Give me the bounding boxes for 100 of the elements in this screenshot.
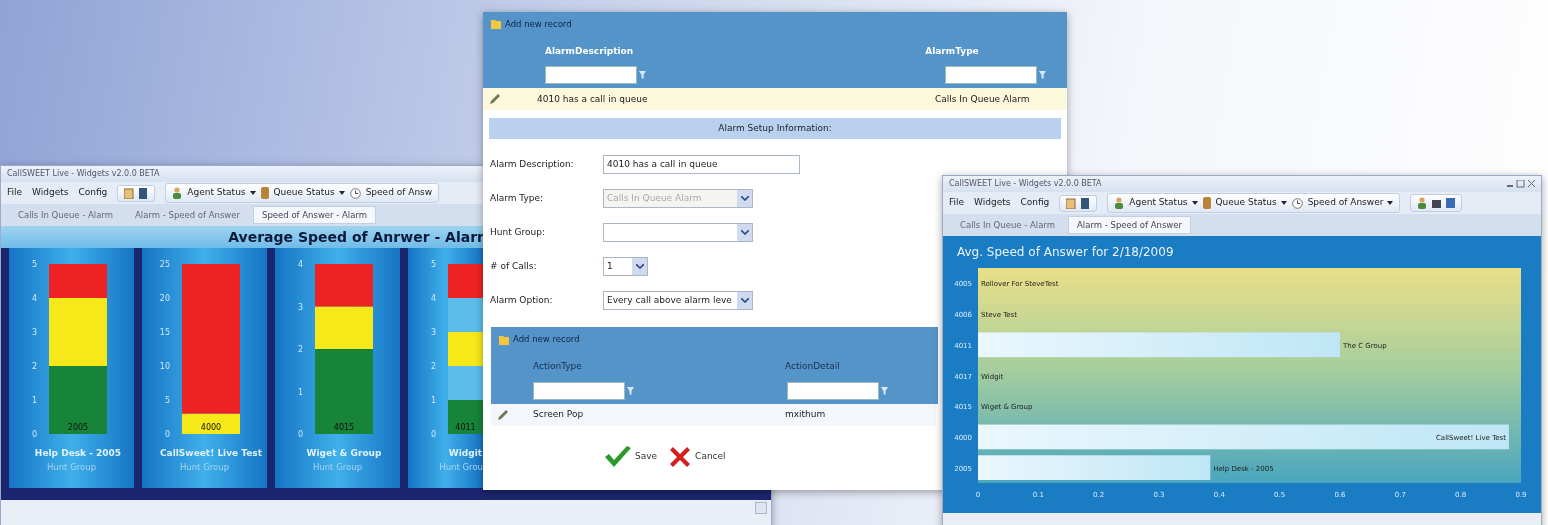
select-field[interactable] [603,222,753,242]
input-field[interactable]: 4010 has a call in queue [603,154,800,174]
cylinder-icon[interactable] [260,187,269,199]
filter-field[interactable] [787,381,879,400]
axis-tick-label: 5 [31,260,37,269]
toolbar-button[interactable]: Agent Status [187,186,256,200]
tab[interactable]: Speed of Answer - Alarm [253,205,377,225]
column-header: AlarmType [925,44,980,58]
axis-tick-label: 1 [430,396,436,405]
save-button[interactable]: Save [603,443,658,470]
pencil-icon[interactable] [497,408,509,421]
add-record-link[interactable]: Add new record [513,333,580,346]
axis-tick-label: 2 [31,362,37,371]
menu-item[interactable]: Widgets [974,196,1011,210]
checkmark-icon [603,444,633,469]
toolbar-button[interactable]: Speed of Answ [365,186,433,200]
toolbar-button[interactable]: Queue Status [273,186,345,200]
axis-tick-label: 4 [31,294,37,303]
axis-tick-label: 0 [31,430,37,439]
section-header: Alarm Setup Information: [489,118,1061,140]
filter-field[interactable] [533,381,625,400]
axis-tick-label: 1 [297,387,303,397]
cylinder-icon[interactable] [1202,197,1211,209]
select-field[interactable]: 1 [603,256,648,276]
person-icon[interactable] [1114,197,1125,209]
gauge-band [448,400,483,434]
axis-tick-label: 2 [297,345,303,354]
column-header: ActionType [533,360,583,373]
table-cell-text: mxithum [785,407,826,421]
filter-icon[interactable] [1039,71,1046,80]
menu-item[interactable]: Widgets [32,186,69,200]
select-field: Calls In Queue Alarm [603,188,753,208]
menu-item[interactable]: Config [1020,196,1050,210]
axis-tick-label: 3 [430,328,436,337]
filter-field[interactable] [545,66,637,85]
filter-icon[interactable] [627,386,634,395]
window-controls-icon[interactable] [1507,180,1535,188]
column-header: ActionDetail [785,360,840,373]
tab[interactable]: Calls In Queue - Alarm [951,215,1064,235]
axis-tick-label: 0 [297,430,303,439]
filter-icon[interactable] [881,386,888,395]
field-label: Alarm Option: [490,293,554,307]
gauge-caption: Hunt Group [312,462,363,473]
category-label: Help Desk - 2005 [34,448,122,458]
menu-item[interactable]: File [7,186,23,200]
menu-item[interactable]: File [949,196,965,210]
toolbar-button[interactable]: Speed of Answer [1307,196,1394,210]
gauge-caption: Hunt Group [46,462,97,473]
gauge-band [448,332,483,366]
grid-row[interactable]: Screen Pop mxithum [491,403,936,426]
tab[interactable]: Calls In Queue - Alarm [9,205,122,225]
value-label: 2005 [67,423,89,432]
clock-icon[interactable] [349,187,361,199]
chart-title: Avg. Speed of Answer for 2/18/2009 [957,245,1174,259]
chevron-icon [740,195,749,201]
window-title: CallSWEET Live - Widgets v2.0.0 BETA [943,176,1541,192]
category-label: Wiget & Group [306,448,382,458]
person-icon[interactable] [172,187,183,199]
field-label: # of Calls: [490,259,538,273]
gauge-band [315,264,373,307]
axis-tick-label: 5 [164,396,170,405]
chevron-icon [635,263,644,269]
axis-tick-label: 2 [430,362,436,371]
axis-tick-label: 20 [159,294,170,303]
category-label: CallSweet! Live Test [160,448,262,458]
gauge-caption: Hunt Group [179,462,230,473]
table-cell: Calls In Queue Alarm [935,92,1030,106]
axis-tick-label: 0 [164,430,170,439]
axis-tick-label: 10 [159,362,170,371]
table-cell-text: 4010 has a call in queue [537,92,649,106]
axis-tick-label: 4 [430,294,436,303]
chevron-icon [740,297,749,303]
menu-item[interactable]: Config [78,186,108,200]
axis-tick-label: 15 [159,328,170,337]
clock-icon[interactable] [1291,197,1303,209]
axis-tick-label: 3 [31,328,37,337]
axis-tick-label: 1 [31,396,37,405]
axis-tick-label: 5 [430,260,436,269]
field-label: Hunt Group: [490,225,546,239]
tab[interactable]: Alarm - Speed of Answer [1068,215,1192,235]
person-icon[interactable] [1417,197,1428,209]
column-header: AlarmDescription [545,44,635,58]
axis-tick-label: 3 [297,302,303,312]
filter-icon[interactable] [639,71,646,80]
tab[interactable]: Alarm - Speed of Answer [126,205,250,225]
value-label: 4000 [200,423,222,432]
toolbar-button[interactable]: Queue Status [1215,196,1287,210]
add-record-link[interactable]: Add new record [505,18,572,31]
gauge-band [448,264,483,298]
field-label: Alarm Type: [490,191,545,205]
pencil-icon[interactable] [489,93,501,106]
chevron-icon [740,229,749,235]
cancel-button[interactable]: Cancel [667,443,726,470]
grid-row[interactable]: 4010 has a call in queue Calls In Queue Alarm [483,88,1067,111]
gauge-band [448,298,483,332]
gauge-band [49,366,107,434]
select-field[interactable]: Every call above alarm leve [603,290,753,310]
filter-field[interactable] [945,66,1037,85]
toolbar-button[interactable]: Agent Status [1129,196,1198,210]
category-label: Widgit [448,448,483,458]
